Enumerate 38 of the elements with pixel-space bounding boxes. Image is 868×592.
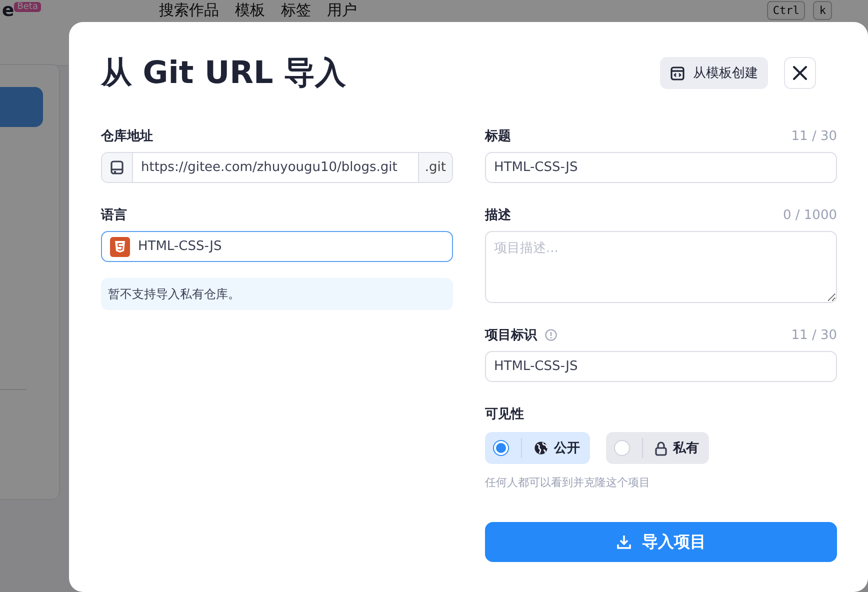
title-input[interactable]: HTML-CSS-JS xyxy=(486,153,836,182)
template-button[interactable]: 从模板创建 xyxy=(660,57,768,89)
info-icon xyxy=(545,329,557,341)
template-icon xyxy=(670,66,685,80)
url-input[interactable]: https://gitee.com/zhuyougu10/blogs.git xyxy=(133,153,418,182)
field-label: 项目标识 xyxy=(485,327,537,344)
download-icon xyxy=(616,534,632,550)
character-counter: 0 / 1000 xyxy=(783,208,837,222)
beta-badge: Beta xyxy=(14,2,41,12)
notice-text: 暂不支持导入私有仓库。 xyxy=(101,278,453,310)
lock-icon xyxy=(655,440,667,456)
repo-url-field[interactable]: https://gitee.com/zhuyougu10/blogs.git .git xyxy=(101,152,453,183)
html5-icon xyxy=(110,236,130,256)
visibility-option[interactable]: 公开 xyxy=(485,432,590,464)
nav-link[interactable]: 搜索作品 xyxy=(158,1,219,20)
slug-input[interactable]: HTML-CSS-JS xyxy=(486,352,836,381)
character-counter: 11 / 30 xyxy=(791,128,837,144)
field-label: 描述 xyxy=(485,207,511,224)
close-icon xyxy=(793,66,807,80)
globe-icon xyxy=(534,441,548,455)
field-label: 仓库地址 xyxy=(101,128,153,145)
nav-link[interactable]: 标签 xyxy=(280,1,311,20)
keyboard-key: k xyxy=(813,1,832,20)
visibility-option[interactable]: 私有 xyxy=(606,432,709,464)
field-label: 可见性 xyxy=(485,406,524,423)
description-field[interactable]: 项目描述... xyxy=(485,231,837,303)
visibility-hint: 任何人都可以看到并克隆这个项目 xyxy=(485,475,651,490)
character-counter: 11 / 30 xyxy=(791,328,837,342)
url-suffix: .git xyxy=(418,153,452,182)
field-label: 标题 xyxy=(485,128,511,145)
nav-link[interactable]: 用户 xyxy=(326,1,357,20)
keyboard-key: Ctrl xyxy=(766,1,806,20)
close-button[interactable] xyxy=(784,57,816,89)
nav-link[interactable]: 模板 xyxy=(234,1,265,20)
logo-text: e xyxy=(2,1,14,21)
repository-icon xyxy=(110,160,124,175)
field-label: 语言 xyxy=(101,206,127,224)
dialog-title: 从 Git URL 导入 xyxy=(101,54,346,93)
